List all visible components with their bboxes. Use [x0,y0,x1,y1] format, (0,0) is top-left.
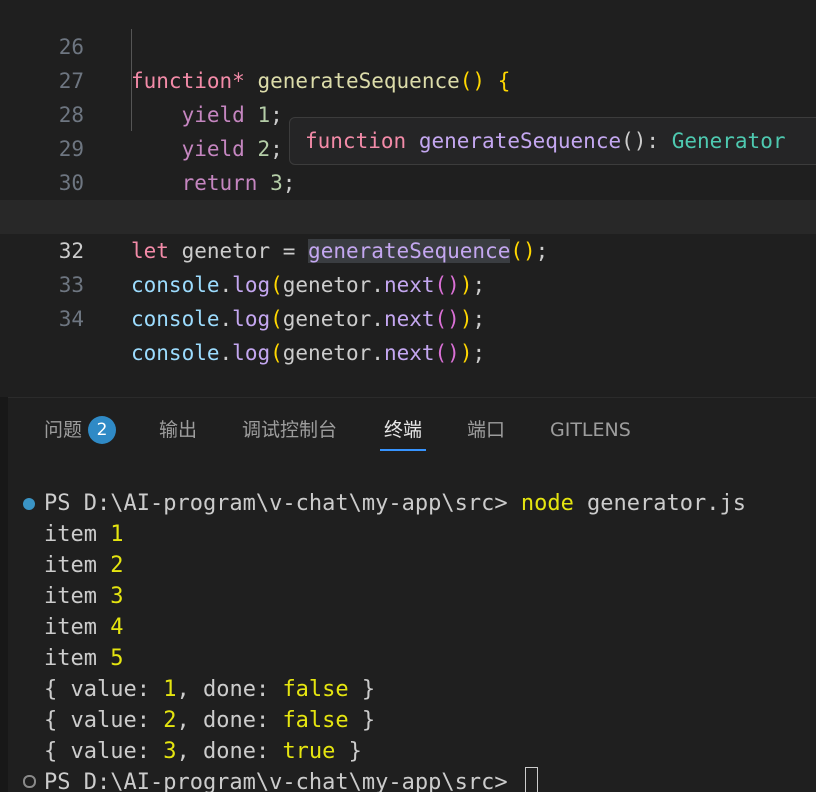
command-name: node [520,491,574,516]
tab-label: 调试控制台 [242,419,338,441]
tooltip-function-name: generateSequence [418,129,622,153]
log-method: log [232,341,271,365]
code-line-32[interactable]: 32 console.log(genetor.next()); [0,200,816,297]
terminal-prompt-line[interactable]: PS D:\AI-program\v-chat\my-app\src> [44,767,538,792]
variable-name: genetor [282,307,372,331]
command-success-dot-icon[interactable] [23,498,35,510]
tab-output[interactable]: 输出 [159,398,197,462]
tooltip-signature: (): [621,129,672,153]
console-object: console [131,341,220,365]
tab-ports[interactable]: 端口 [467,398,505,462]
console-object: console [131,307,220,331]
terminal-result-line: { value: 1, done: false } [44,677,376,702]
tab-label: 终端 [384,419,423,441]
tab-gitlens[interactable]: GITLENS [550,398,631,462]
code-line-33[interactable]: 33 console.log(genetor.next()); [0,234,816,331]
command-pending-dot-icon[interactable] [23,775,36,788]
terminal-result-line: { value: 3, done: true } [44,739,362,764]
panel-tabs: 问题 2 输出 调试控制台 终端 端口 GITLENS [8,398,816,462]
tab-label: GITLENS [550,419,631,441]
tab-debug-console[interactable]: 调试控制台 [242,398,337,462]
tab-label: 输出 [159,419,198,441]
hover-tooltip: function generateSequence(): Generator [289,117,816,165]
terminal-output-line: item 4 [44,615,124,640]
code-line-27[interactable]: 27 yield 1; [0,30,816,127]
next-method: next [383,307,435,331]
next-method: next [383,341,435,365]
terminal-prompt: PS D:\AI-program\v-chat\my-app\src> [44,491,521,516]
terminal-command-line: PS D:\AI-program\v-chat\my-app\src> node… [44,488,746,519]
terminal-output-line: item 1 [44,522,124,547]
terminal-output-line: item 2 [44,553,124,578]
line-number: 34 [58,307,84,331]
tab-problems[interactable]: 问题 2 [44,398,117,462]
code-line-28[interactable]: 28 yield 2; [0,64,816,161]
command-argument: generator.js [573,491,746,516]
tooltip-return-type: Generator [671,129,786,153]
code-line-34[interactable]: 34 console.log(genetor.next()); [0,268,816,365]
tab-label: 问题 [44,419,83,441]
code-line-26[interactable]: 26 function* generateSequence() { [0,0,816,93]
log-method: log [232,307,271,331]
code-editor[interactable]: 26 function* generateSequence() { 27 yie… [0,0,816,397]
code-line-31[interactable]: 31 let genetor = generateSequence(); [0,166,816,263]
variable-name: genetor [282,341,372,365]
terminal-result-line: { value: 2, done: false } [44,708,376,733]
terminal-prompt: PS D:\AI-program\v-chat\my-app\src> [44,770,521,792]
terminal-output-line: item 3 [44,584,124,609]
terminal[interactable]: PS D:\AI-program\v-chat\my-app\src> node… [8,462,816,792]
terminal-output-line: item 5 [44,646,124,671]
tab-terminal[interactable]: 终端 [379,398,427,462]
terminal-cursor [524,767,538,792]
tab-label: 端口 [467,419,506,441]
tooltip-keyword: function [305,129,407,153]
problems-count-badge: 2 [88,416,117,444]
